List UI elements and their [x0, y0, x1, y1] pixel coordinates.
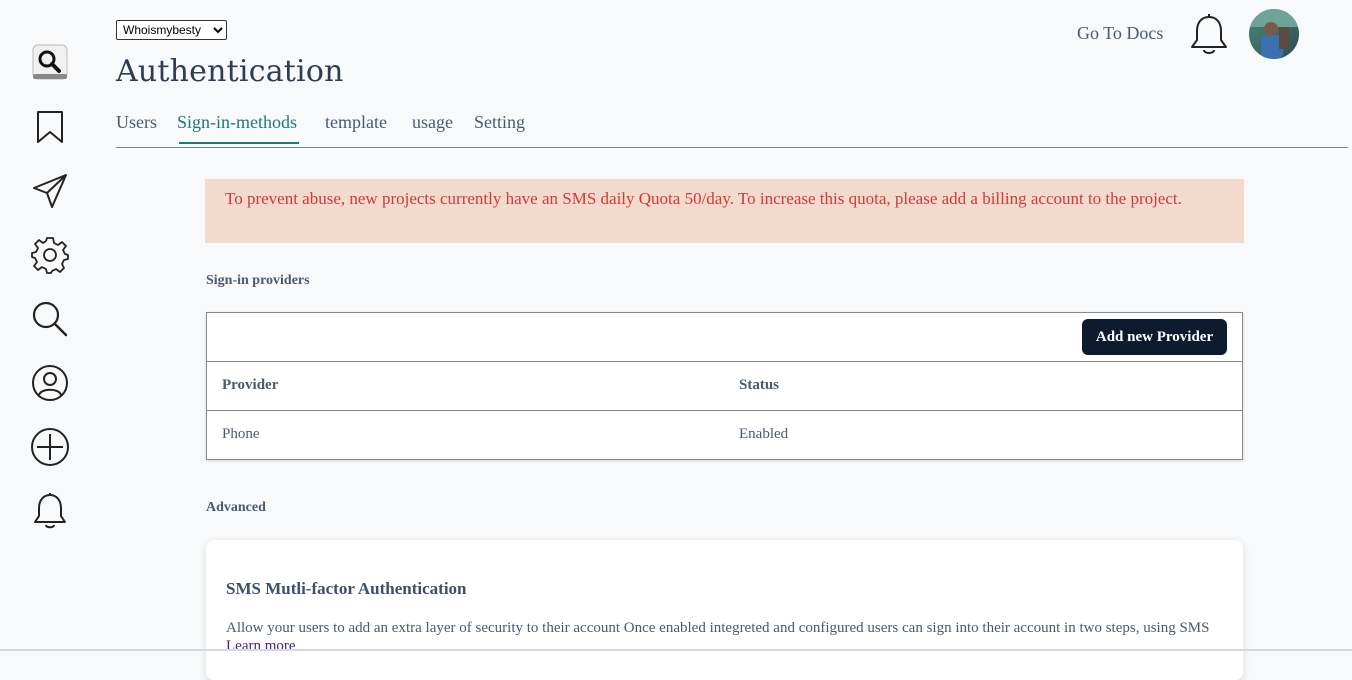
bookmark-icon[interactable] — [29, 106, 71, 148]
magnifier-icon[interactable] — [29, 298, 71, 340]
tab-setting[interactable]: Setting — [474, 112, 525, 143]
tab-users[interactable]: Users — [116, 112, 157, 143]
providers-table: Add new Provider Provider Status Phone E… — [206, 312, 1243, 460]
add-provider-button[interactable]: Add new Provider — [1082, 319, 1227, 355]
send-icon[interactable] — [29, 170, 71, 212]
gear-icon[interactable] — [29, 234, 71, 276]
tab-usage[interactable]: usage — [412, 112, 453, 143]
avatar[interactable] — [1249, 9, 1299, 59]
user-icon[interactable] — [29, 362, 71, 404]
bell-icon[interactable] — [29, 490, 71, 532]
search-icon[interactable] — [29, 41, 71, 83]
sms-mfa-description-text: Allow your users to add an extra layer o… — [226, 620, 1210, 636]
advanced-heading: Advanced — [206, 500, 266, 515]
tab-sign-in-methods[interactable]: Sign-in-methods — [177, 112, 299, 144]
notification-bell-icon[interactable] — [1189, 13, 1229, 59]
tab-template[interactable]: template — [325, 112, 387, 143]
column-header-status: Status — [739, 377, 780, 393]
table-header-row: Provider Status — [207, 362, 1242, 411]
tab-bar: Users Sign-in-methods template usage Set… — [116, 112, 1348, 148]
plus-circle-icon[interactable] — [29, 426, 71, 468]
project-select[interactable]: Whoismybesty — [116, 20, 227, 40]
sms-mfa-title: SMS Mutli-factor Authentication — [226, 579, 467, 598]
page-title: Authentication — [116, 54, 344, 89]
table-row[interactable]: Phone Enabled — [207, 411, 1242, 460]
column-header-provider: Provider — [222, 377, 279, 393]
providers-toolbar: Add new Provider — [207, 313, 1242, 362]
go-to-docs-link[interactable]: Go To Docs — [1077, 23, 1163, 44]
quota-alert: To prevent abuse, new projects currently… — [205, 179, 1244, 243]
provider-cell: Phone — [222, 426, 260, 442]
sidebar — [0, 0, 100, 651]
learn-more-link[interactable]: Learn more — [226, 638, 296, 654]
status-cell: Enabled — [739, 426, 789, 442]
sign-in-providers-heading: Sign-in providers — [206, 273, 310, 288]
sms-mfa-card: SMS Mutli-factor Authentication Allow yo… — [206, 540, 1243, 680]
